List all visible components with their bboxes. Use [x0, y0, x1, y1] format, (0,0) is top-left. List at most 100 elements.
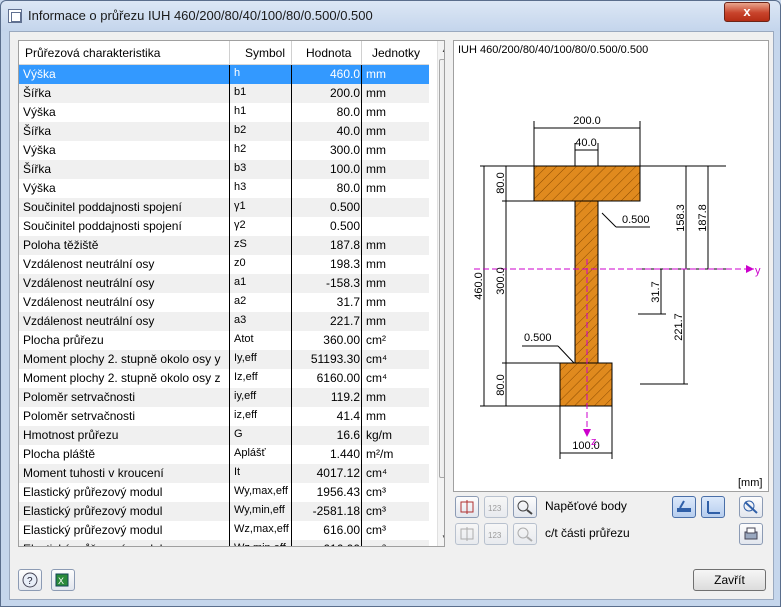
- table-row[interactable]: Poloměr setrvačnosti iz,eff 41.4 mm: [19, 407, 429, 426]
- close-window-button[interactable]: x: [724, 2, 770, 22]
- scroll-up-icon[interactable]: ▲: [441, 45, 444, 54]
- table-row[interactable]: Elastický průřezový modul Wz,min,eff-616.…: [19, 540, 429, 546]
- unit-cell: mm: [366, 295, 386, 309]
- ct-zoom-button[interactable]: [513, 523, 537, 545]
- scroll-down-icon[interactable]: ▼: [441, 533, 444, 542]
- table-row[interactable]: Výška h 460.0 mm: [19, 65, 429, 84]
- column-divider: [361, 65, 362, 546]
- ct-dimensions-button[interactable]: [455, 523, 479, 545]
- table-row[interactable]: Elastický průřezový modul Wy,min,eff -2581…: [19, 502, 429, 521]
- cross-section-view: IUH 460/200/80/40/100/80/0.500/0.500 200…: [453, 40, 769, 492]
- property-name-cell: Šířka: [23, 86, 52, 100]
- table-row[interactable]: Výška h3 80.0 mm: [19, 179, 429, 198]
- printer-icon: [744, 527, 758, 540]
- window-icon: [8, 9, 22, 23]
- dim-a1: 158.3: [675, 204, 687, 232]
- table-row[interactable]: Vzdálenost neutrální osy a1 -158.3 mm: [19, 274, 429, 293]
- export-button[interactable]: X: [51, 569, 75, 591]
- table-row[interactable]: Plocha pláště Aplášť 1.440 m²/m: [19, 445, 429, 464]
- table-row[interactable]: Elastický průřezový modul Wz,max,eff 616.0…: [19, 521, 429, 540]
- symbol-cell: Wy,max,eff: [234, 485, 288, 497]
- table-row[interactable]: Šířka b3 100.0 mm: [19, 160, 429, 179]
- unit-cell: mm: [366, 124, 386, 138]
- value-cell: 6160.00: [316, 371, 360, 385]
- symbol-cell: iz,eff: [234, 409, 258, 421]
- value-cell: 16.6: [336, 428, 360, 442]
- symbol-cell: Aplášť: [234, 447, 266, 459]
- symbol-cell: It: [234, 466, 241, 478]
- property-name-cell: Šířka: [23, 124, 52, 138]
- vertical-scrollbar[interactable]: ▲ ▼: [437, 41, 444, 546]
- symbol-cell: γ2: [234, 219, 246, 231]
- unit-cell: mm: [366, 86, 386, 100]
- value-cell: -158.3: [325, 276, 360, 290]
- table-row[interactable]: Výška h2 300.0 mm: [19, 141, 429, 160]
- help-icon: ?: [22, 572, 38, 588]
- symbol-cell: b3: [234, 162, 247, 174]
- units-label: [mm]: [738, 477, 763, 489]
- close-button[interactable]: Zavřít: [693, 569, 766, 591]
- unit-cell: kg/m: [366, 428, 393, 442]
- table-row[interactable]: Vzdálenost neutrální osy z0 198.3 mm: [19, 255, 429, 274]
- numbering-icon: 123: [488, 504, 502, 513]
- unit-cell: m²/m: [366, 447, 394, 461]
- header-name[interactable]: Průřezová charakteristika: [25, 46, 160, 60]
- property-name-cell: Elastický průřezový modul: [23, 523, 163, 537]
- unit-cell: mm: [366, 314, 386, 328]
- scrollbar-thumb[interactable]: [439, 59, 444, 478]
- table-row[interactable]: Výška h1 80.0 mm: [19, 103, 429, 122]
- header-symbol[interactable]: Symbol: [245, 46, 285, 60]
- header-value[interactable]: Hodnota: [306, 46, 351, 60]
- print-button[interactable]: [739, 523, 763, 545]
- render-view-button[interactable]: [672, 496, 696, 518]
- table-row[interactable]: Vzdálenost neutrální osy a2 31.7 mm: [19, 293, 429, 312]
- help-button[interactable]: ?: [18, 569, 42, 591]
- header-separator: [291, 41, 292, 65]
- table-row[interactable]: Moment tuhosti v kroucení It 4017.12 cm⁴: [19, 464, 429, 483]
- section-render-icon: [677, 500, 691, 512]
- table-row[interactable]: Hmotnost průřezu G 16.6 kg/m: [19, 426, 429, 445]
- dim-web-width: 40.0: [575, 137, 596, 149]
- value-cell: 616.00: [323, 523, 360, 537]
- header-units[interactable]: Jednotky: [372, 46, 420, 60]
- property-name-cell: Součinitel poddajnosti spojení: [23, 200, 182, 214]
- value-cell: 100.0: [329, 162, 360, 176]
- zoom-button[interactable]: [513, 496, 537, 518]
- symbol-cell: a2: [234, 295, 247, 307]
- table-row[interactable]: Šířka b2 40.0 mm: [19, 122, 429, 141]
- numbering-button[interactable]: 123: [484, 496, 508, 518]
- dim-bottom-flange-height: 80.0: [495, 374, 507, 395]
- symbol-cell: h3: [234, 181, 247, 193]
- symbol-cell: a1: [234, 276, 247, 288]
- dim-a3: 221.7: [673, 313, 685, 341]
- symbol-cell: γ1: [234, 200, 246, 212]
- table-row[interactable]: Poloha těžiště zS 187.8 mm: [19, 236, 429, 255]
- unit-cell: mm: [366, 162, 386, 176]
- title-bar: Informace o průřezu IUH 460/200/80/40/10…: [1, 1, 780, 31]
- table-row[interactable]: Plocha průřezu Atot 360.00 cm²: [19, 331, 429, 350]
- table-row[interactable]: Šířka b1 200.0 mm: [19, 84, 429, 103]
- symbol-cell: z0: [234, 257, 246, 269]
- table-row[interactable]: Moment plochy 2. stupně okolo osy y Iy,ef…: [19, 350, 429, 369]
- unit-cell: cm³: [366, 504, 386, 518]
- table-row[interactable]: Vzdálenost neutrální osy a3 221.7 mm: [19, 312, 429, 331]
- dim-zs: 187.8: [697, 204, 709, 232]
- symbol-cell: G: [234, 428, 243, 440]
- table-row[interactable]: Součinitel poddajnosti spojení γ1 0.500: [19, 198, 429, 217]
- symbol-cell: zS: [234, 238, 247, 250]
- table-row[interactable]: Poloměr setrvačnosti iy,eff 119.2 mm: [19, 388, 429, 407]
- value-cell: 1956.43: [316, 485, 360, 499]
- property-name-cell: Výška: [23, 67, 56, 81]
- dimensions-toggle-button[interactable]: [455, 496, 479, 518]
- table-row[interactable]: Moment plochy 2. stupně okolo osy z Iz,ef…: [19, 369, 429, 388]
- reset-view-button[interactable]: [739, 496, 763, 518]
- table-row[interactable]: Elastický průřezový modul Wy,max,eff 1956.…: [19, 483, 429, 502]
- table-row[interactable]: Součinitel poddajnosti spojení γ2 0.500: [19, 217, 429, 236]
- value-cell: 41.4: [336, 409, 360, 423]
- property-name-cell: Poloměr setrvačnosti: [23, 390, 136, 404]
- axes-toggle-button[interactable]: [701, 496, 725, 518]
- property-name-cell: Plocha průřezu: [23, 333, 104, 347]
- symbol-cell: b2: [234, 124, 247, 136]
- ct-numbering-button[interactable]: 123: [484, 523, 508, 545]
- magnifier-icon: [517, 527, 533, 542]
